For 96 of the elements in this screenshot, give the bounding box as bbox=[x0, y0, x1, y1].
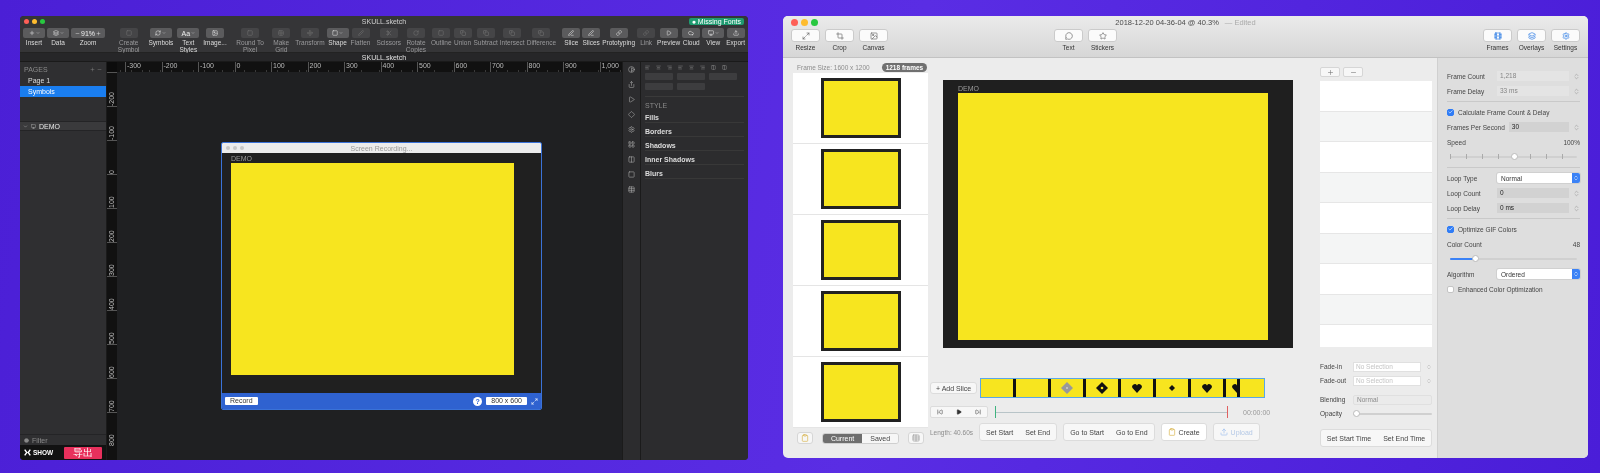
pen-icon bbox=[357, 30, 364, 36]
add-icon[interactable] bbox=[90, 67, 95, 72]
check-icon bbox=[1448, 109, 1453, 115]
stepper-icon[interactable] bbox=[1426, 377, 1432, 384]
film-icon bbox=[1493, 31, 1502, 40]
stepper-icon[interactable] bbox=[1426, 363, 1432, 370]
crop-icon bbox=[835, 31, 844, 40]
checkbox[interactable] bbox=[1447, 285, 1454, 293]
stepper-icon bbox=[1573, 175, 1579, 181]
align-icon[interactable] bbox=[722, 65, 727, 70]
fullscreen-icon[interactable] bbox=[531, 397, 538, 405]
plus-icon bbox=[28, 30, 35, 36]
heart-icon bbox=[1132, 383, 1143, 393]
slider-thumb[interactable] bbox=[1353, 409, 1360, 417]
clipboard-icon bbox=[801, 434, 809, 442]
close-button[interactable] bbox=[24, 18, 29, 24]
frame-thumbnail[interactable] bbox=[820, 220, 901, 280]
star-icon bbox=[1098, 31, 1107, 40]
check-icon bbox=[1448, 226, 1453, 232]
clipboard-button[interactable] bbox=[797, 432, 813, 444]
stepper-icon[interactable] bbox=[1573, 72, 1580, 80]
align-icon[interactable] bbox=[645, 65, 650, 70]
stepper-icon bbox=[1573, 271, 1579, 277]
stepper-icon[interactable] bbox=[1573, 189, 1580, 197]
rotate-icon bbox=[412, 30, 419, 36]
scissors-icon bbox=[385, 30, 392, 36]
image-icon bbox=[211, 30, 218, 36]
layers-icon bbox=[1527, 31, 1536, 40]
plus-icon bbox=[96, 30, 101, 36]
share-icon[interactable] bbox=[628, 81, 635, 88]
speech-bubble-icon bbox=[1064, 31, 1073, 40]
clipboard-icon bbox=[1167, 428, 1176, 436]
frame-thumbnail[interactable] bbox=[820, 149, 901, 209]
remove-button[interactable] bbox=[1343, 67, 1363, 77]
checkbox[interactable] bbox=[1447, 225, 1454, 233]
minimize-button[interactable] bbox=[32, 18, 37, 24]
upload-icon bbox=[1219, 428, 1228, 436]
skip-forward-icon[interactable] bbox=[974, 409, 981, 415]
export-button[interactable]: 导出 bbox=[64, 446, 102, 459]
align-icon[interactable] bbox=[678, 65, 683, 70]
align-icon[interactable] bbox=[667, 65, 672, 70]
checkbox[interactable] bbox=[1447, 108, 1454, 116]
align-icon[interactable] bbox=[656, 65, 661, 70]
play-icon[interactable] bbox=[956, 409, 962, 415]
grid-icon bbox=[278, 30, 285, 36]
frame-thumbnail[interactable] bbox=[820, 78, 901, 138]
stepper-icon[interactable] bbox=[1573, 204, 1580, 212]
align-icon[interactable] bbox=[689, 65, 694, 70]
diamond-icon bbox=[1096, 382, 1109, 394]
link-icon bbox=[615, 30, 622, 36]
filter-icon bbox=[24, 437, 29, 443]
grid-icon bbox=[912, 434, 920, 442]
minus-icon bbox=[75, 30, 80, 36]
overlap-icon bbox=[459, 30, 466, 36]
diamond-icon bbox=[1169, 385, 1176, 391]
resize-icon bbox=[801, 31, 810, 40]
diamond-icon[interactable] bbox=[628, 111, 635, 118]
upload-icon bbox=[732, 30, 739, 36]
cloud-icon bbox=[688, 30, 695, 36]
disclosure-icon[interactable] bbox=[23, 123, 28, 129]
columns-icon[interactable] bbox=[628, 156, 635, 163]
table-icon[interactable] bbox=[628, 186, 635, 193]
contrast-icon[interactable] bbox=[628, 66, 635, 73]
grid-button[interactable] bbox=[908, 432, 924, 444]
stepper-icon[interactable] bbox=[1573, 87, 1580, 95]
artboard-icon bbox=[31, 123, 36, 129]
image-icon bbox=[869, 31, 878, 40]
close-button[interactable] bbox=[791, 19, 798, 26]
settings-icon bbox=[1561, 31, 1570, 40]
frame-thumbnail[interactable] bbox=[820, 362, 901, 422]
settings-icon[interactable] bbox=[628, 126, 635, 133]
plus-icon bbox=[1326, 68, 1334, 76]
diamond-icon bbox=[1061, 382, 1074, 394]
refresh-icon bbox=[155, 30, 162, 36]
skip-back-icon[interactable] bbox=[937, 409, 944, 415]
heart-icon bbox=[1202, 383, 1213, 393]
slider-thumb[interactable] bbox=[1510, 153, 1518, 160]
overlap-icon bbox=[538, 30, 545, 36]
overlap-icon bbox=[509, 30, 516, 36]
heart-icon bbox=[1232, 383, 1238, 393]
layers-icon bbox=[52, 30, 59, 36]
remove-icon[interactable] bbox=[97, 67, 102, 72]
play-icon bbox=[665, 30, 672, 36]
logo-icon bbox=[24, 449, 31, 456]
slider-thumb[interactable] bbox=[1472, 255, 1480, 262]
zoom-button[interactable] bbox=[40, 18, 45, 24]
add-button[interactable] bbox=[1320, 67, 1340, 77]
timeline[interactable] bbox=[995, 406, 1228, 418]
stepper-icon[interactable] bbox=[1573, 123, 1580, 131]
frame-thumbnail[interactable] bbox=[820, 291, 901, 351]
grid-icon[interactable] bbox=[628, 141, 635, 148]
monitor-icon bbox=[707, 30, 714, 36]
align-icon[interactable] bbox=[700, 65, 705, 70]
overlap-icon bbox=[482, 30, 489, 36]
filmstrip[interactable] bbox=[980, 378, 1266, 398]
align-icon[interactable] bbox=[711, 65, 716, 70]
